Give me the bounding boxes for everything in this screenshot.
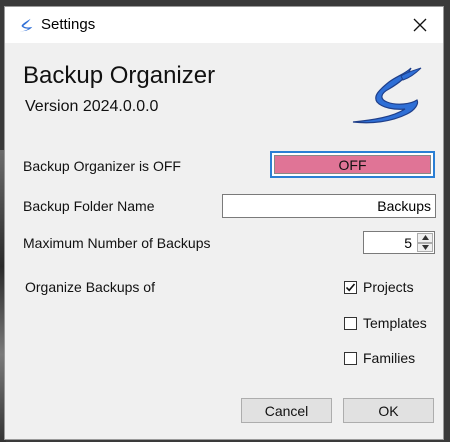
toggle-label: OFF bbox=[274, 155, 431, 174]
folder-name-input[interactable]: Backups bbox=[222, 194, 436, 218]
organize-label: Organize Backups of bbox=[25, 279, 155, 295]
folder-name-label: Backup Folder Name bbox=[23, 198, 155, 214]
max-backups-value: 5 bbox=[404, 235, 412, 251]
chevron-up-icon bbox=[421, 235, 429, 241]
window-title: Settings bbox=[41, 16, 96, 33]
checkmark-icon bbox=[345, 282, 356, 291]
chevron-down-icon bbox=[421, 244, 429, 250]
stepper-down-button[interactable] bbox=[417, 242, 433, 252]
close-icon bbox=[413, 18, 427, 32]
option-label: Families bbox=[363, 350, 416, 366]
settings-dialog: Settings Backup Organizer Version 2024.0… bbox=[4, 6, 444, 440]
option-templates[interactable]: Templates bbox=[344, 315, 427, 331]
app-title: Backup Organizer bbox=[23, 62, 216, 89]
organizer-logo bbox=[352, 67, 422, 124]
max-backups-label: Maximum Number of Backups bbox=[23, 235, 211, 251]
ok-button[interactable]: OK bbox=[343, 398, 434, 423]
option-families[interactable]: Families bbox=[344, 350, 415, 366]
organizer-logo-icon bbox=[19, 18, 33, 32]
max-backups-stepper[interactable]: 5 bbox=[363, 231, 435, 254]
stepper-buttons bbox=[417, 233, 433, 252]
status-label: Backup Organizer is OFF bbox=[23, 158, 181, 174]
title-bar: Settings bbox=[5, 7, 443, 43]
toggle-organizer-button[interactable]: OFF bbox=[270, 151, 435, 178]
close-button[interactable] bbox=[397, 7, 443, 43]
checkbox-templates[interactable] bbox=[344, 316, 357, 330]
cancel-button[interactable]: Cancel bbox=[241, 398, 332, 423]
stepper-up-button[interactable] bbox=[417, 233, 433, 243]
app-version: Version 2024.0.0.0 bbox=[25, 98, 159, 115]
option-label: Projects bbox=[363, 279, 414, 295]
checkbox-projects[interactable] bbox=[344, 280, 357, 294]
option-label: Templates bbox=[363, 315, 427, 331]
checkbox-families[interactable] bbox=[344, 351, 357, 365]
option-projects[interactable]: Projects bbox=[344, 279, 414, 295]
